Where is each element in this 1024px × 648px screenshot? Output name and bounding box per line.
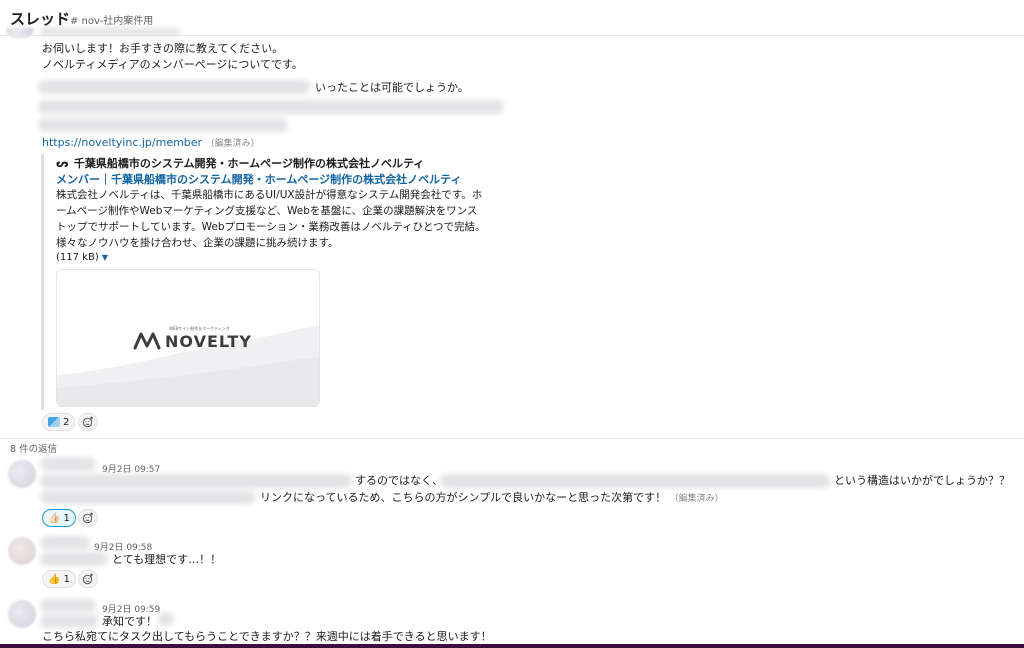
reply-divider	[0, 438, 1024, 439]
unfurl-size[interactable]: (117 kB) ▼	[56, 252, 108, 263]
window-bottom-bar	[0, 644, 1024, 648]
message-line: 承知です！	[102, 615, 157, 628]
reaction-count: 1	[63, 512, 70, 524]
reply-count: 8 件の返信	[10, 444, 58, 455]
redacted-name	[40, 536, 90, 550]
add-emoji-icon	[82, 573, 93, 585]
message-line: リンクになっているため、こちらの方がシンプルで良いかなーと思った次第です！ （編…	[260, 491, 724, 504]
thumbs-up-icon: 👍	[48, 573, 61, 585]
redacted-text	[40, 614, 98, 628]
reaction-pill[interactable]: 👍🏻 1	[42, 509, 76, 527]
add-emoji-icon	[82, 416, 93, 428]
unfurl-title-link[interactable]: メンバー｜千葉県船橋市のシステム開発・ホームページ制作の株式会社ノベルティ	[56, 171, 461, 187]
redacted-text	[38, 118, 288, 132]
message-line: こちら私宛てにタスク出してもらうことできますか？？来週中には着手できると思います…	[42, 630, 492, 643]
message-line: お伺いします！お手すきの際に教えてください。	[42, 42, 284, 55]
redacted-text	[40, 490, 256, 504]
add-reaction-button[interactable]	[78, 413, 98, 431]
reaction-count: 2	[63, 416, 70, 428]
message-line: するのではなく、	[355, 474, 443, 487]
message-link-line: https://noveltyinc.jp/member （編集済み）	[42, 135, 260, 152]
add-emoji-icon	[82, 512, 93, 524]
message-line: いったことは可能でしょうか。	[315, 81, 469, 94]
redacted-text	[440, 474, 830, 488]
reaction-pill[interactable]: 2	[42, 413, 76, 431]
emoji-icon	[48, 417, 60, 427]
thread-title: スレッド	[10, 10, 71, 28]
unfurl-site: ᔕ 千葉県船橋市のシステム開発・ホームページ制作の株式会社ノベルティ	[56, 157, 425, 170]
link-unfurl: ᔕ 千葉県船橋市のシステム開発・ホームページ制作の株式会社ノベルティ メンバー｜…	[41, 154, 485, 410]
redacted-name	[40, 28, 180, 36]
unfurl-description: 株式会社ノベルティは、千葉県船橋市にあるUI/UX設計が得意なシステム開発会社で…	[56, 189, 486, 249]
message-line: ノベルティメディアのメンバーページについてです。	[42, 58, 303, 71]
add-reaction-button[interactable]	[78, 509, 98, 527]
avatar[interactable]	[6, 28, 34, 38]
avatar[interactable]	[8, 600, 36, 628]
redacted-text	[40, 474, 352, 488]
avatar[interactable]	[8, 537, 36, 565]
redacted-text	[38, 80, 310, 94]
edited-label: （編集済み）	[205, 139, 260, 149]
avatar[interactable]	[8, 460, 36, 488]
message-line: という構造はいかがでしょうか？？	[834, 474, 1010, 487]
redacted-text	[40, 552, 108, 566]
thumbs-up-icon: 👍🏻	[48, 512, 61, 524]
member-page-link[interactable]: https://noveltyinc.jp/member	[42, 136, 202, 149]
novelty-logo: NOVELTY	[165, 332, 252, 351]
reaction-count: 1	[63, 573, 70, 585]
novelty-site-icon: ᔕ	[56, 157, 69, 170]
message-line: とても理想です…！！	[112, 553, 222, 566]
reaction-pill[interactable]: 👍 1	[42, 570, 76, 588]
add-reaction-button[interactable]	[78, 570, 98, 588]
redacted-text	[38, 100, 504, 114]
caret-down-icon: ▼	[101, 253, 109, 262]
redacted-name	[40, 599, 96, 613]
redacted-name	[40, 457, 96, 471]
redacted-text	[158, 612, 174, 626]
unfurl-image[interactable]: WEBサイト制作＆マーケティング NOVELTY	[56, 269, 320, 407]
edited-label: （編集済み）	[669, 494, 724, 504]
channel-link[interactable]: # nov-社内案件用	[70, 12, 153, 27]
